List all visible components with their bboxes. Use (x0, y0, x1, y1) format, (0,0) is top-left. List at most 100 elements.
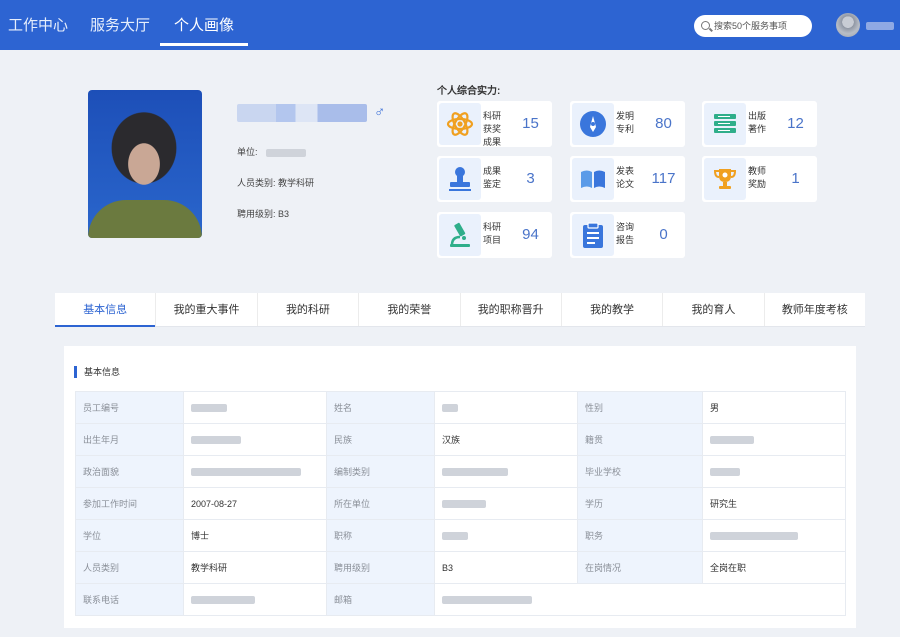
open-book-icon (572, 158, 614, 200)
profile-grade-label: 聘用级别: (237, 209, 276, 219)
field-label: 所在单位 (326, 487, 435, 520)
field-label: 出生年月 (75, 423, 184, 456)
field-value: 教学科研 (183, 551, 327, 584)
table-row: 政治面貌 编制类别 毕业学校 (75, 455, 846, 488)
field-label: 籍贯 (577, 423, 703, 456)
field-value (183, 423, 327, 456)
field-label: 职务 (577, 519, 703, 552)
stat-value: 117 (651, 170, 676, 187)
field-label: 职称 (326, 519, 435, 552)
search-placeholder: 搜索50个服务事项 (714, 21, 788, 31)
stat-value: 12 (787, 115, 804, 132)
stat-teacher-award[interactable]: 教师奖励 1 (702, 156, 817, 202)
field-value: 2007-08-27 (183, 487, 327, 520)
field-value (434, 583, 846, 616)
stat-label: 发表论文 (616, 166, 635, 189)
profile-unit-label: 单位: (237, 147, 258, 157)
tab-my-research[interactable]: 我的科研 (258, 293, 360, 326)
profile-category: 人员类别: 教学科研 (237, 176, 314, 189)
gender-male-icon: ♂ (374, 104, 386, 121)
table-row: 参加工作时间 2007-08-27 所在单位 学历 研究生 (75, 487, 846, 520)
field-label: 人员类别 (75, 551, 184, 584)
field-value (183, 583, 327, 616)
tab-my-teaching[interactable]: 我的教学 (562, 293, 664, 326)
stat-value: 80 (655, 115, 672, 132)
tab-major-events[interactable]: 我的重大事件 (156, 293, 258, 326)
nav-personal-profile[interactable]: 个人画像 (159, 0, 249, 50)
field-value: 汉族 (434, 423, 578, 456)
field-label: 联系电话 (75, 583, 184, 616)
field-label: 编制类别 (326, 455, 435, 488)
table-row: 出生年月 民族 汉族 籍贯 (75, 423, 846, 456)
clipboard-icon (572, 214, 614, 256)
field-value: 全岗在职 (702, 551, 846, 584)
stat-label: 发明专利 (616, 111, 635, 134)
profile-grade-value: B3 (278, 209, 290, 219)
tab-my-honors[interactable]: 我的荣誉 (359, 293, 461, 326)
stat-label: 咨询报告 (616, 222, 635, 245)
field-value (702, 455, 846, 488)
nav-work-center[interactable]: 工作中心 (8, 0, 68, 50)
field-label: 民族 (326, 423, 435, 456)
basic-info-panel: 基本信息 员工编号 姓名 性别 男 出生年月 民族 汉族 籍贯 政治面貌 编制类… (64, 346, 856, 628)
nav-service-hall[interactable]: 服务大厅 (90, 0, 150, 50)
field-label: 邮箱 (326, 583, 435, 616)
field-label: 政治面貌 (75, 455, 184, 488)
field-label: 姓名 (326, 391, 435, 424)
stat-value: 94 (522, 226, 539, 243)
profile-unit: 单位: (237, 145, 307, 158)
search-input[interactable]: 搜索50个服务事项 (694, 15, 812, 37)
table-row: 学位 博士 职称 职务 (75, 519, 846, 552)
stat-invention-patent[interactable]: 发明专利 80 (570, 101, 685, 147)
atom-icon (439, 103, 481, 145)
stat-label: 成果鉴定 (483, 166, 502, 189)
basic-info-table: 员工编号 姓名 性别 男 出生年月 民族 汉族 籍贯 政治面貌 编制类别 毕业学… (75, 391, 846, 616)
tab-title-promotion[interactable]: 我的职称晋升 (461, 293, 562, 326)
user-name-redacted[interactable] (866, 22, 894, 30)
field-label: 员工编号 (75, 391, 184, 424)
profile-tabs: 基本信息 我的重大事件 我的科研 我的荣誉 我的职称晋升 我的教学 我的育人 教… (55, 293, 865, 327)
field-label: 参加工作时间 (75, 487, 184, 520)
top-nav-bar: 工作中心 服务大厅 个人画像 搜索50个服务事项 (0, 0, 900, 50)
stamp-icon (439, 158, 481, 200)
stats-title: 个人综合实力: (437, 86, 501, 97)
stat-published-works[interactable]: 出版著作 12 (702, 101, 817, 147)
stat-research-award[interactable]: 科研获奖成果 15 (437, 101, 552, 147)
field-value: B3 (434, 551, 578, 584)
profile-category-label: 人员类别: (237, 178, 276, 188)
field-label: 性别 (577, 391, 703, 424)
field-value: 研究生 (702, 487, 846, 520)
stat-label: 科研项目 (483, 222, 502, 245)
stat-label: 出版著作 (748, 111, 767, 134)
table-row: 联系电话 邮箱 (75, 583, 846, 616)
profile-unit-redacted (266, 148, 307, 157)
book-stack-icon (704, 103, 746, 145)
stat-research-project[interactable]: 科研项目 94 (437, 212, 552, 258)
field-value (434, 519, 578, 552)
user-avatar[interactable] (836, 13, 860, 37)
field-value (183, 455, 327, 488)
tab-annual-assessment[interactable]: 教师年度考核 (765, 293, 865, 326)
stat-value: 0 (659, 226, 668, 243)
field-label: 在岗情况 (577, 551, 703, 584)
stat-label: 科研获奖成果 (483, 111, 502, 147)
field-label: 毕业学校 (577, 455, 703, 488)
field-value (434, 455, 578, 488)
stat-consulting-report[interactable]: 咨询报告 0 (570, 212, 685, 258)
profile-name-redacted (237, 104, 367, 122)
tab-my-education[interactable]: 我的育人 (663, 293, 765, 326)
profile-grade: 聘用级别: B3 (237, 207, 289, 220)
tab-basic-info[interactable]: 基本信息 (55, 293, 157, 327)
field-value: 博士 (183, 519, 327, 552)
stat-achievement-appraisal[interactable]: 成果鉴定 3 (437, 156, 552, 202)
compass-icon (572, 103, 614, 145)
field-label: 学位 (75, 519, 184, 552)
stat-published-papers[interactable]: 发表论文 117 (570, 156, 685, 202)
basic-info-title: 基本信息 (74, 366, 120, 378)
stat-value: 15 (522, 115, 539, 132)
stat-value: 3 (526, 170, 535, 187)
field-value: 男 (702, 391, 846, 424)
table-row: 员工编号 姓名 性别 男 (75, 391, 846, 424)
field-value (183, 391, 327, 424)
trophy-icon (704, 158, 746, 200)
